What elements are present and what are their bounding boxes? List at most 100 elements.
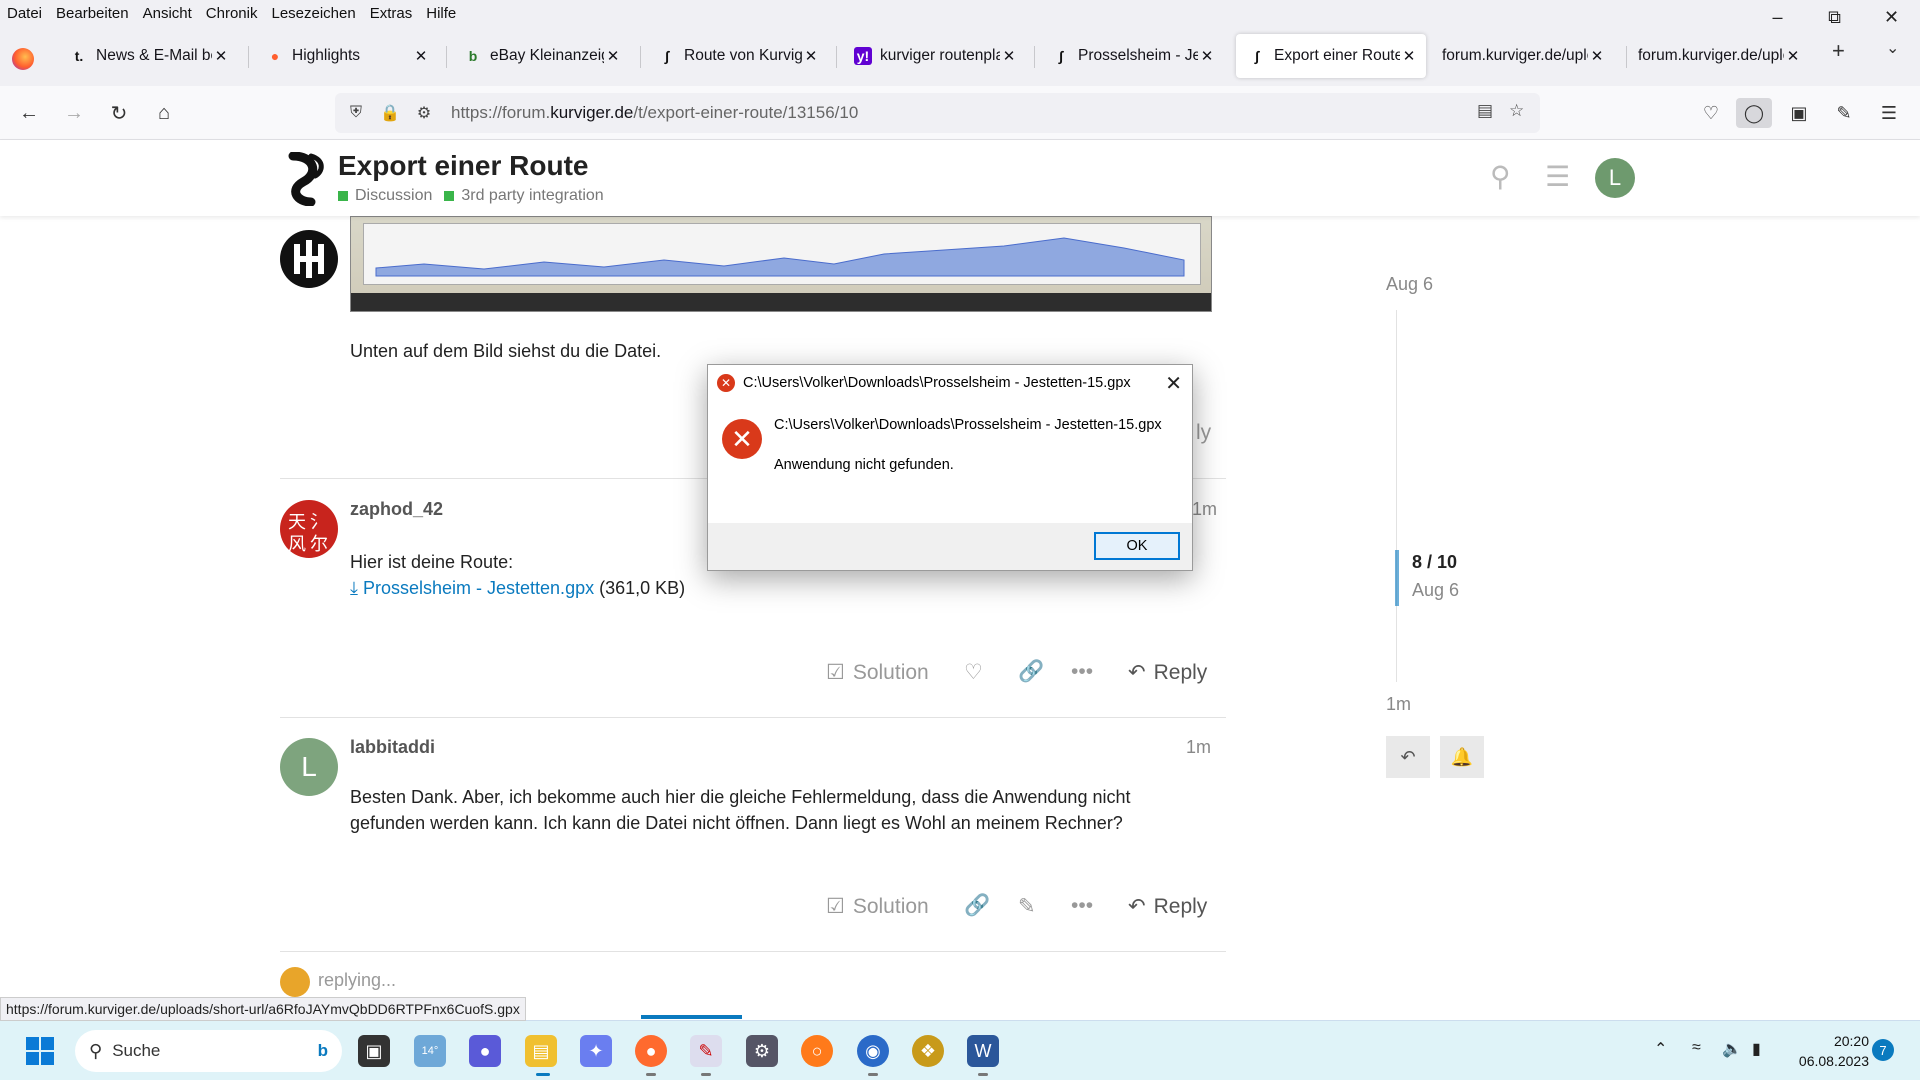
chat-icon[interactable]: ● [469,1035,501,1067]
close-icon[interactable]: ✕ [212,47,230,65]
topic-title[interactable]: Export einer Route [338,150,588,182]
maps-globe-icon[interactable]: ◉ [857,1035,889,1067]
edit-pencil-icon[interactable]: ✎ [1018,894,1036,919]
tab-news[interactable]: t. News & E-Mail bei ✕ [58,34,238,78]
new-tab-icon[interactable]: + [1832,38,1845,64]
forward-icon[interactable]: → [59,98,89,128]
avatar[interactable]: L [280,738,338,796]
username[interactable]: labbitaddi [350,737,435,758]
taskbar-search[interactable]: ⚲ Suche b [75,1030,342,1072]
avatar[interactable] [280,230,338,288]
close-icon[interactable]: ✕ [412,47,430,65]
permissions-icon[interactable]: ⚙ [411,103,437,123]
lock-icon[interactable]: 🔒 [377,103,403,123]
tab-route-kurviger[interactable]: ∫ Route von Kurviger ✕ [646,34,828,78]
close-icon[interactable]: ✕ [1198,47,1216,65]
hamburger-menu-icon[interactable]: ☰ [1545,160,1570,193]
copilot-icon[interactable]: ✦ [580,1035,612,1067]
solution-button[interactable]: ☑ Solution [826,660,929,685]
tab-prosselsheim[interactable]: ∫ Prosselsheim - Jest ✕ [1040,34,1224,78]
file-explorer-icon[interactable]: ▤ [525,1035,557,1067]
solution-button[interactable]: ☑ Solution [826,894,929,919]
avatar[interactable]: 天 氵 风 尔 [280,500,338,558]
close-icon[interactable]: ✕ [1400,47,1418,65]
app-icon[interactable]: ✎ [690,1035,722,1067]
kurviger-logo[interactable] [285,152,325,206]
extension-icon[interactable]: ▣ [1781,98,1817,128]
wifi-icon[interactable]: ≈ [1692,1039,1701,1057]
url-bar[interactable]: ⛨ 🔒 ⚙ https://forum.kurviger.de/t/export… [335,93,1540,133]
menu-ansicht[interactable]: Ansicht [136,5,199,22]
user-avatar[interactable]: L [1595,158,1635,198]
firefox-icon[interactable] [12,48,34,70]
task-view-icon[interactable]: ▣ [358,1035,390,1067]
tab-list-chevron-icon[interactable]: ⌄ [1886,38,1899,58]
menu-bearbeiten[interactable]: Bearbeiten [49,5,136,22]
extensions-puzzle-icon[interactable]: ✎ [1826,98,1862,128]
reply-button[interactable]: ↶ Reply [1128,894,1207,919]
minimize-button[interactable]: – [1749,0,1806,34]
menu-chronik[interactable]: Chronik [199,5,265,22]
app-orange-icon[interactable]: ○ [801,1035,833,1067]
share-link-icon[interactable]: 🔗 [964,894,990,918]
tab-ebay[interactable]: b eBay Kleinanzeigen ✕ [452,34,630,78]
dialog-titlebar[interactable]: ✕ C:\Users\Volker\Downloads\Prosselsheim… [708,365,1192,401]
close-icon[interactable]: ✕ [1000,47,1018,65]
menu-lesezeichen[interactable]: Lesezeichen [264,5,362,22]
menu-hilfe[interactable]: Hilfe [419,5,463,22]
share-link-icon[interactable]: 🔗 [1018,660,1044,684]
windows-start-icon[interactable] [26,1037,54,1065]
firefox-taskbar-icon[interactable]: ● [635,1035,667,1067]
notification-badge[interactable]: 7 [1872,1039,1894,1061]
more-options-icon[interactable]: ••• [1071,660,1093,684]
account-icon[interactable]: ◯ [1736,98,1772,128]
app-gold-icon[interactable]: ❖ [912,1035,944,1067]
dialog-close-icon[interactable]: ✕ [1165,371,1182,396]
like-heart-icon[interactable]: ♡ [964,660,983,685]
weather-widget-icon[interactable]: 14° [414,1035,446,1067]
close-window-button[interactable]: ✕ [1863,0,1920,34]
close-icon[interactable]: ✕ [1588,47,1606,65]
category-3rd-party[interactable]: 3rd party integration [444,187,604,205]
battery-icon[interactable]: ▮ [1752,1039,1761,1059]
bookmark-star-icon[interactable]: ☆ [1509,101,1524,121]
tray-chevron-icon[interactable]: ⌃ [1654,1039,1667,1059]
notification-bell-icon[interactable]: 🔔 [1440,736,1484,778]
volume-icon[interactable]: 🔈 [1722,1039,1742,1059]
pocket-icon[interactable]: ♡ [1693,98,1729,128]
shield-icon[interactable]: ⛨ [343,104,369,122]
menu-extras[interactable]: Extras [363,5,420,22]
post-time[interactable]: 1m [1192,499,1217,520]
reader-view-icon[interactable]: ▤ [1477,101,1493,121]
bing-icon[interactable]: b [318,1041,328,1061]
post-time[interactable]: 1m [1186,737,1211,758]
reload-icon[interactable]: ↻ [104,98,134,128]
ok-button[interactable]: OK [1094,532,1180,560]
download-icon[interactable]: ⤓ [350,578,358,598]
username[interactable]: zaphod_42 [350,499,443,520]
category-discussion[interactable]: Discussion [338,187,432,205]
menu-datei[interactable]: Datei [0,5,49,22]
reply-button[interactable]: ↶ Reply [1128,660,1207,685]
more-options-icon[interactable]: ••• [1071,894,1093,918]
close-icon[interactable]: ✕ [802,47,820,65]
url-text[interactable]: https://forum.kurviger.de/t/export-einer… [451,103,858,123]
system-clock[interactable]: 20:20 06.08.2023 [1795,1031,1869,1071]
tab-yahoo[interactable]: y! kurviger routenplan ✕ [842,34,1026,78]
home-icon[interactable]: ⌂ [149,98,179,128]
word-icon[interactable]: W [967,1035,999,1067]
tab-highlights[interactable]: ● Highlights ✕ [254,34,438,78]
timeline-reply-icon[interactable]: ↶ [1386,736,1430,778]
close-icon[interactable]: ✕ [1784,47,1802,65]
back-icon[interactable]: ← [14,98,44,128]
tab-forum-upload-1[interactable]: forum.kurviger.de/uplo ✕ [1430,34,1614,78]
close-icon[interactable]: ✕ [604,47,622,65]
attachment-link[interactable]: Prosselsheim - Jestetten.gpx [363,578,594,598]
settings-gear-icon[interactable]: ⚙ [746,1035,778,1067]
post-image-elevation-profile[interactable] [350,216,1212,312]
tab-export-einer-route[interactable]: ∫ Export einer Route ✕ [1236,34,1426,78]
timeline-handle[interactable] [1395,550,1399,606]
timeline-end[interactable]: 1m [1386,694,1411,715]
tab-forum-upload-2[interactable]: forum.kurviger.de/uplo ✕ [1626,34,1810,78]
reply-button-partial[interactable]: ly [1196,421,1211,445]
